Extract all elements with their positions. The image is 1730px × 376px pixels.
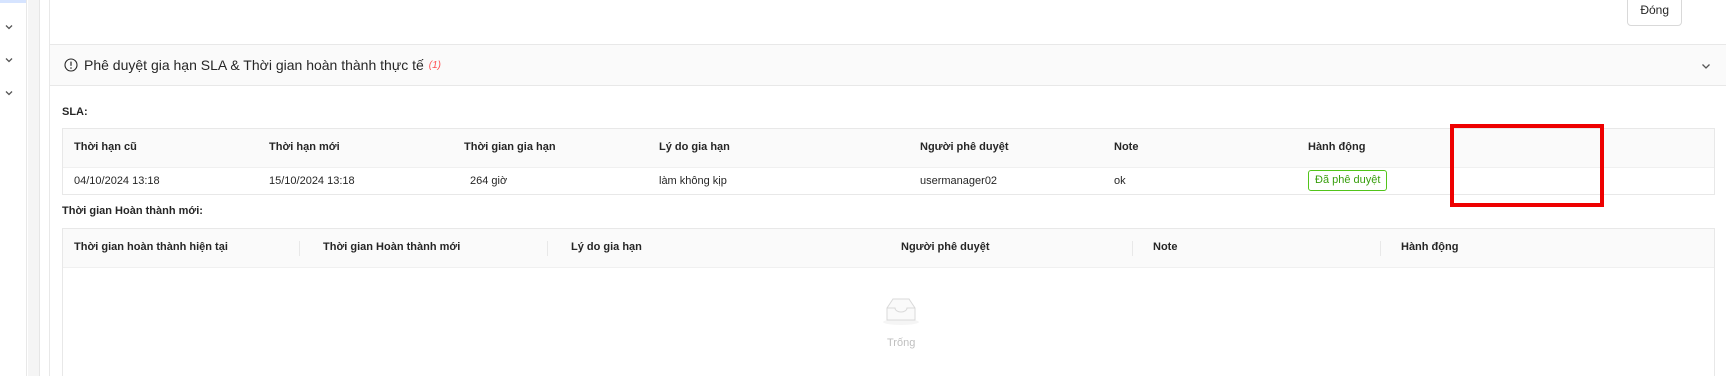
cell-note: ok — [1114, 175, 1126, 187]
column-header-extension: Thời gian gia hạn — [464, 141, 556, 153]
cell-approver: usermanager02 — [920, 175, 998, 187]
sla-label: SLA: — [62, 106, 88, 118]
column-divider — [547, 241, 548, 256]
left-sidebar — [0, 0, 27, 376]
cell-old-deadline: 04/10/2024 13:18 — [74, 175, 160, 187]
info-circle-icon — [64, 58, 78, 72]
chevron-down-icon[interactable] — [4, 88, 14, 98]
empty-state-text: Trống — [887, 337, 916, 349]
layout-gutter — [28, 0, 40, 376]
sidebar-active-indicator — [0, 0, 26, 3]
column-divider — [299, 241, 300, 256]
close-button[interactable]: Đóng — [1627, 0, 1682, 26]
column-header-old-deadline: Thời hạn cũ — [74, 141, 137, 153]
column-header-new-completion: Thời gian Hoàn thành mới — [323, 241, 461, 253]
column-header-reason: Lý do gia hạn — [659, 141, 730, 153]
highlight-annotation-box — [1450, 124, 1604, 207]
section-count-badge: (1) — [428, 59, 441, 71]
column-header-note: Note — [1114, 141, 1139, 153]
chevron-down-icon[interactable] — [4, 22, 14, 32]
cell-new-deadline: 15/10/2024 13:18 — [269, 175, 355, 187]
chevron-down-icon[interactable] — [1700, 60, 1712, 72]
column-header-note: Note — [1153, 241, 1178, 253]
column-divider — [1380, 241, 1381, 256]
column-header-action: Hành động — [1308, 141, 1366, 153]
chevron-down-icon[interactable] — [4, 55, 14, 65]
cell-extension: 264 giờ — [470, 175, 508, 187]
empty-inbox-icon — [883, 298, 919, 325]
new-completion-label: Thời gian Hoàn thành mới: — [62, 205, 203, 217]
completion-table-header: Thời gian hoàn thành hiện tại Thời gian … — [63, 229, 1714, 268]
approved-status-tag[interactable]: Đã phê duyệt — [1308, 170, 1388, 191]
section-title: Phê duyệt gia hạn SLA & Thời gian hoàn t… — [84, 57, 424, 73]
completion-table: Thời gian hoàn thành hiện tại Thời gian … — [62, 228, 1715, 376]
cell-reason: làm không kịp — [659, 175, 727, 187]
sla-approval-section-header[interactable]: Phê duyệt gia hạn SLA & Thời gian hoàn t… — [50, 44, 1726, 86]
column-header-approver: Người phê duyệt — [920, 141, 1009, 153]
column-header-action: Hành động — [1401, 241, 1459, 253]
column-header-new-deadline: Thời hạn mới — [269, 141, 340, 153]
main-panel: Đóng Phê duyệt gia hạn SLA & Thời gian h… — [49, 0, 1726, 376]
column-header-approver: Người phê duyệt — [901, 241, 990, 253]
column-header-current-completion: Thời gian hoàn thành hiện tại — [74, 241, 228, 253]
column-divider — [1132, 241, 1133, 256]
empty-state: Trống — [63, 268, 1714, 376]
column-header-reason: Lý do gia hạn — [571, 241, 642, 253]
